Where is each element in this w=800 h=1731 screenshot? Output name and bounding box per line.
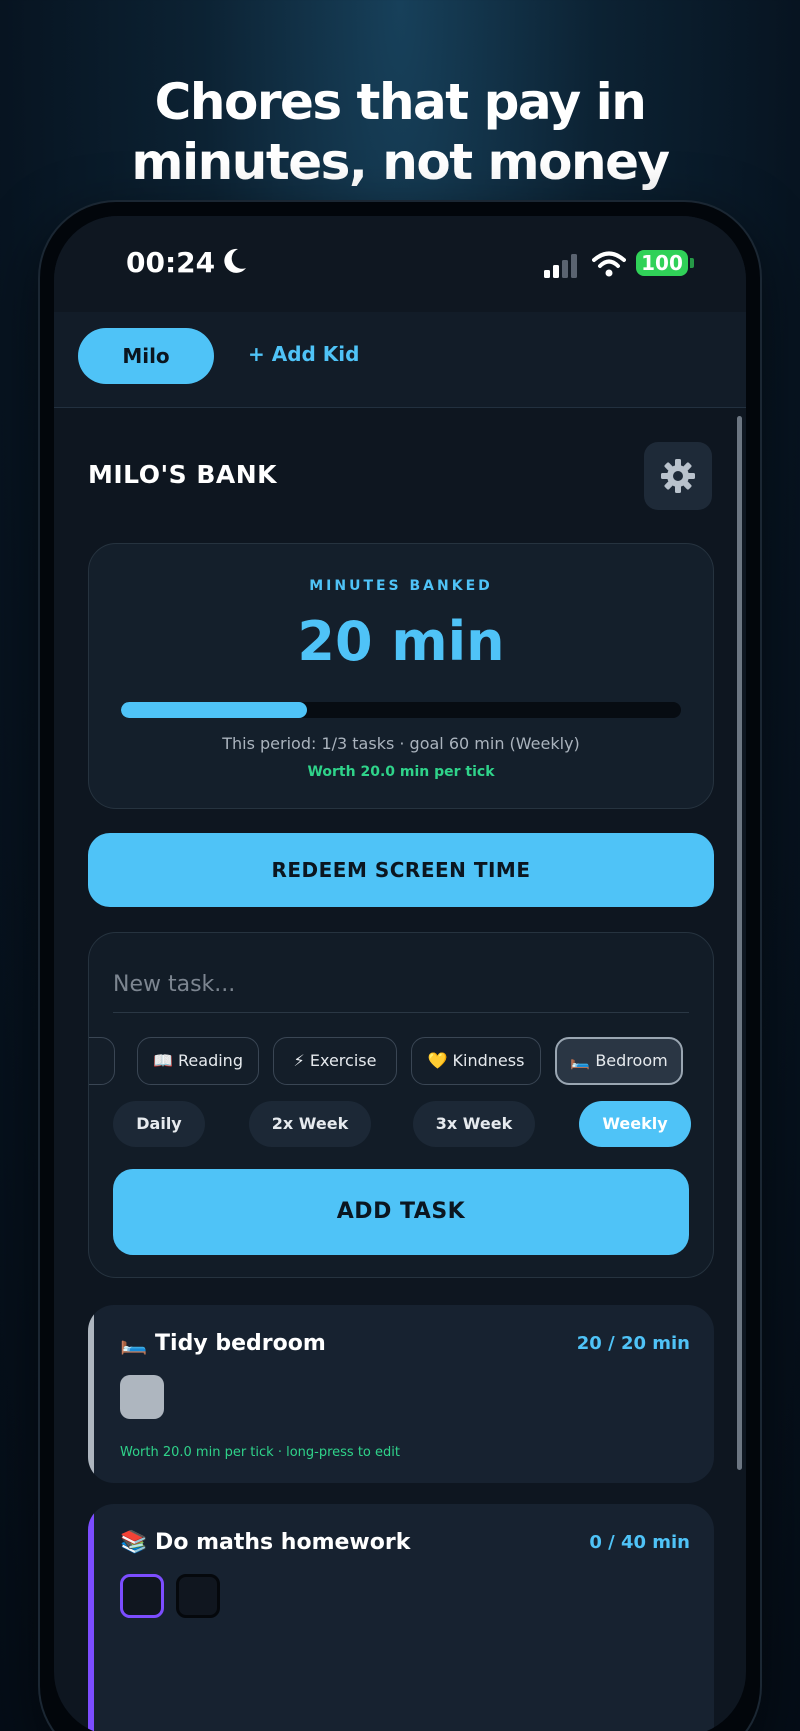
gear-icon (661, 459, 695, 493)
chore-card-tidy-bedroom[interactable]: 🛏️ Tidy bedroom 20 / 20 min Worth 20.0 m… (88, 1305, 714, 1483)
category-chip-bedroom[interactable]: 🛏️ Bedroom (555, 1037, 683, 1085)
headline-line-1: Chores that pay in (154, 73, 647, 131)
tick-box-empty[interactable] (176, 1574, 220, 1618)
settings-button[interactable] (644, 442, 712, 510)
tick-box-next[interactable] (120, 1574, 164, 1618)
category-chip-partial[interactable] (89, 1037, 115, 1085)
new-task-input[interactable] (113, 957, 689, 1013)
category-chips: 📖 Reading ⚡ Exercise 💛 Kindness 🛏️ Bedro… (89, 1037, 713, 1087)
status-time: 00:24 (126, 246, 216, 279)
chore-minutes: 20 / 20 min (576, 1333, 690, 1354)
scrollbar[interactable] (737, 416, 742, 1470)
chore-name: 🛏️ Tidy bedroom (120, 1331, 326, 1356)
progress-track (121, 702, 681, 718)
chore-accent-bar (88, 1305, 94, 1483)
worth-text: Worth 20.0 min per tick (307, 764, 495, 780)
minutes-banked-label: MINUTES BANKED (309, 578, 493, 594)
bank-card: MINUTES BANKED 20 min This period: 1/3 t… (88, 543, 714, 809)
wifi-icon (592, 251, 626, 277)
period-text: This period: 1/3 tasks · goal 60 min (We… (222, 734, 580, 753)
kid-tab-milo[interactable]: Milo (78, 328, 214, 384)
frequency-options: Daily 2x Week 3x Week Weekly (89, 1101, 713, 1147)
headline: Chores that pay in minutes, not money (0, 72, 800, 192)
add-task-button[interactable]: ADD TASK (113, 1169, 689, 1255)
category-chip-kindness[interactable]: 💛 Kindness (411, 1037, 541, 1085)
chore-accent-bar (88, 1504, 94, 1731)
frequency-weekly[interactable]: Weekly (579, 1101, 691, 1147)
cellular-signal-icon (544, 254, 577, 278)
progress-fill (121, 702, 308, 718)
redeem-screen-time-button[interactable]: REDEEM SCREEN TIME (88, 833, 714, 907)
chore-card-maths-homework[interactable]: 📚 Do maths homework 0 / 40 min (88, 1504, 714, 1731)
headline-line-2: minutes, not money (131, 133, 670, 191)
category-chip-exercise[interactable]: ⚡ Exercise (273, 1037, 397, 1085)
frequency-2x-week[interactable]: 2x Week (249, 1101, 371, 1147)
tick-box-checked[interactable] (120, 1375, 164, 1419)
category-chip-reading[interactable]: 📖 Reading (137, 1037, 259, 1085)
new-task-card: 📖 Reading ⚡ Exercise 💛 Kindness 🛏️ Bedro… (88, 932, 714, 1278)
bank-title: MILO'S BANK (88, 460, 278, 489)
phone-screen: 00:24 100 Milo + Add Kid MILO'S BANK MIN… (54, 216, 746, 1731)
frequency-daily[interactable]: Daily (113, 1101, 205, 1147)
battery-tip (690, 258, 694, 268)
chore-note: Worth 20.0 min per tick · long-press to … (120, 1445, 400, 1460)
kids-bar: Milo + Add Kid (54, 312, 746, 408)
frequency-3x-week[interactable]: 3x Week (413, 1101, 535, 1147)
chore-minutes: 0 / 40 min (589, 1532, 690, 1553)
minutes-banked-value: 20 min (297, 610, 505, 673)
chore-name: 📚 Do maths homework (120, 1530, 411, 1555)
phone-frame: 00:24 100 Milo + Add Kid MILO'S BANK MIN… (40, 202, 760, 1731)
status-bar: 00:24 100 (54, 216, 746, 312)
battery-indicator: 100 (636, 250, 688, 276)
moon-icon (224, 248, 246, 273)
add-kid-button[interactable]: + Add Kid (248, 342, 359, 366)
